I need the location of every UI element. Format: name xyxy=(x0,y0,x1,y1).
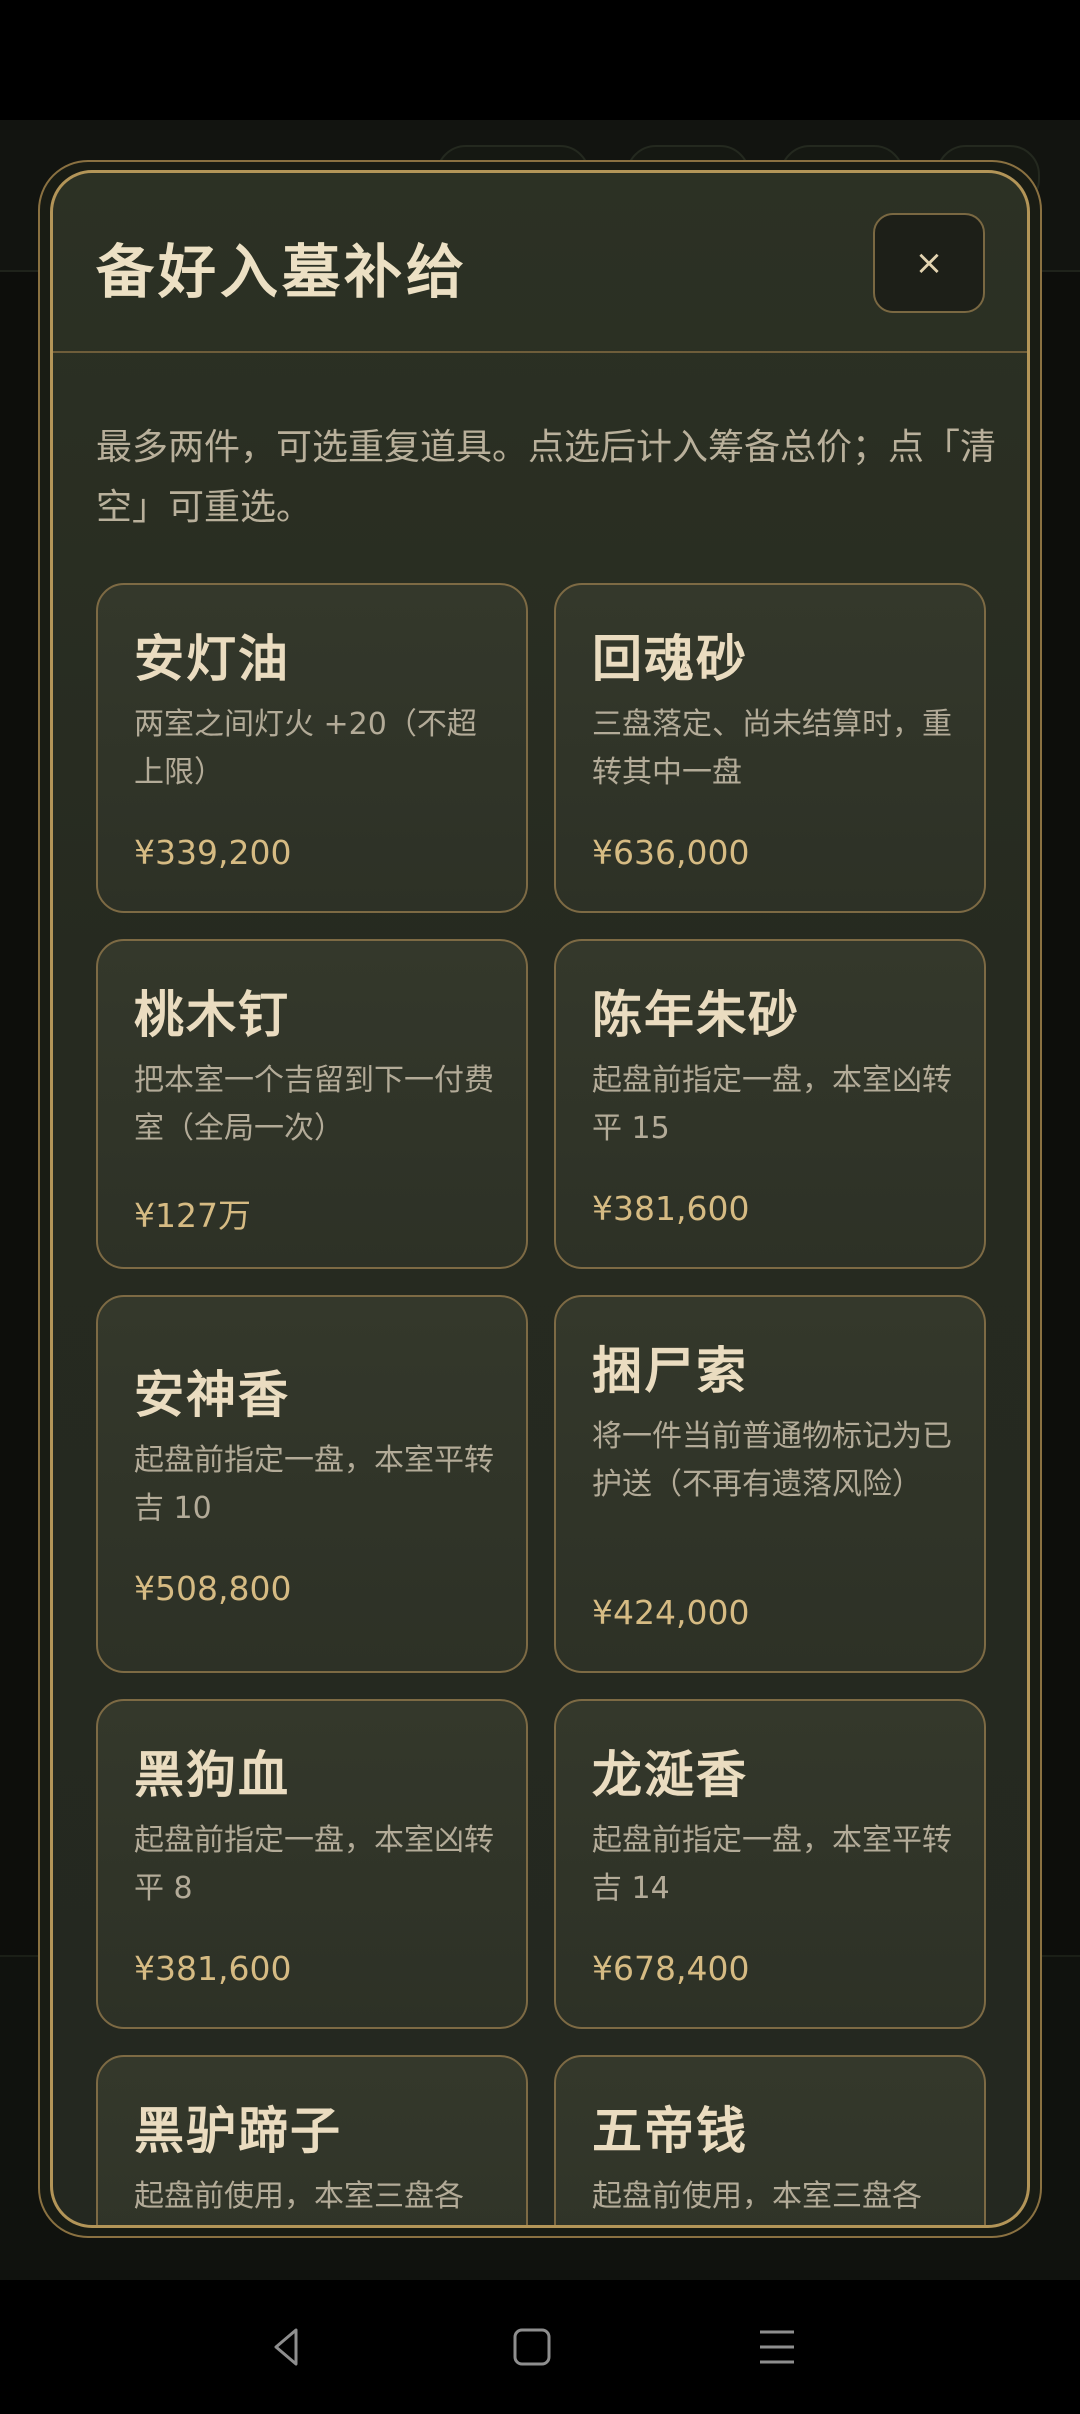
item-card[interactable]: 安神香 起盘前指定一盘，本室平转吉 10 ¥508,800 xyxy=(96,1295,528,1673)
item-description: 起盘前使用，本室三盘各 xyxy=(134,2179,464,2214)
item-name: 黑狗血 xyxy=(134,1746,290,1804)
item-card[interactable]: 龙涎香 起盘前指定一盘，本室平转吉 14 ¥678,400 xyxy=(554,1699,986,2029)
item-card[interactable]: 五帝钱 起盘前使用，本室三盘各 xyxy=(554,2055,986,2225)
modal-title: 备好入墓补给 xyxy=(96,238,469,306)
item-name: 回魂砂 xyxy=(592,630,748,688)
item-card[interactable]: 陈年朱砂 起盘前指定一盘，本室凶转平 15 ¥381,600 xyxy=(554,939,986,1269)
item-description: 起盘前指定一盘，本室平转吉 14 xyxy=(592,1823,952,1906)
screen: 备好入墓补给 × 最多两件，可选重复道具。点选后计入筹备总价；点「清空」可重选。… xyxy=(0,0,1080,2414)
item-card[interactable]: 安灯油 两室之间灯火 +20（不超上限） ¥339,200 xyxy=(96,583,528,913)
supply-modal: 备好入墓补给 × 最多两件，可选重复道具。点选后计入筹备总价；点「清空」可重选。… xyxy=(50,170,1030,2228)
item-price: ¥127万 xyxy=(134,1196,251,1235)
item-card[interactable]: 桃木钉 把本室一个吉留到下一付费室（全局一次） ¥127万 xyxy=(96,939,528,1269)
item-name: 黑驴蹄子 xyxy=(134,2102,342,2160)
menu-icon[interactable] xyxy=(752,2322,802,2372)
back-icon[interactable] xyxy=(262,2322,312,2372)
item-name: 龙涎香 xyxy=(592,1746,748,1804)
item-price: ¥339,200 xyxy=(134,833,292,872)
item-name: 陈年朱砂 xyxy=(592,986,800,1044)
item-description: 起盘前使用，本室三盘各 xyxy=(592,2179,922,2214)
item-name: 安神香 xyxy=(134,1366,290,1424)
item-description: 把本室一个吉留到下一付费室（全局一次） xyxy=(134,1063,494,1146)
close-icon: × xyxy=(914,243,944,283)
item-price: ¥424,000 xyxy=(592,1593,750,1632)
item-description: 两室之间灯火 +20（不超上限） xyxy=(134,707,477,790)
item-description: 将一件当前普通物标记为已护送（不再有遗落风险） xyxy=(592,1419,952,1502)
item-name: 捆尸索 xyxy=(592,1342,748,1400)
item-price: ¥381,600 xyxy=(592,1189,750,1228)
item-description: 起盘前指定一盘，本室凶转平 8 xyxy=(134,1823,494,1906)
close-button[interactable]: × xyxy=(873,213,985,313)
modal-header: 备好入墓补给 × xyxy=(53,173,1027,353)
item-description: 起盘前指定一盘，本室平转吉 10 xyxy=(134,1443,494,1526)
item-name: 安灯油 xyxy=(134,630,290,688)
item-card[interactable]: 回魂砂 三盘落定、尚未结算时，重转其中一盘 ¥636,000 xyxy=(554,583,986,913)
home-icon[interactable] xyxy=(507,2322,557,2372)
item-price: ¥508,800 xyxy=(134,1569,292,1608)
item-name: 五帝钱 xyxy=(592,2102,748,2160)
item-card[interactable]: 捆尸索 将一件当前普通物标记为已护送（不再有遗落风险） ¥424,000 xyxy=(554,1295,986,1673)
item-description: 三盘落定、尚未结算时，重转其中一盘 xyxy=(592,707,952,790)
item-price: ¥381,600 xyxy=(134,1949,292,1988)
item-price: ¥678,400 xyxy=(592,1949,750,1988)
item-price: ¥636,000 xyxy=(592,833,750,872)
modal-instructions: 最多两件，可选重复道具。点选后计入筹备总价；点「清空」可重选。 xyxy=(96,427,997,528)
item-description: 起盘前指定一盘，本室凶转平 15 xyxy=(592,1063,952,1146)
item-card[interactable]: 黑驴蹄子 起盘前使用，本室三盘各 xyxy=(96,2055,528,2225)
item-card[interactable]: 黑狗血 起盘前指定一盘，本室凶转平 8 ¥381,600 xyxy=(96,1699,528,2029)
item-name: 桃木钉 xyxy=(134,986,290,1044)
status-bar xyxy=(0,0,1080,120)
